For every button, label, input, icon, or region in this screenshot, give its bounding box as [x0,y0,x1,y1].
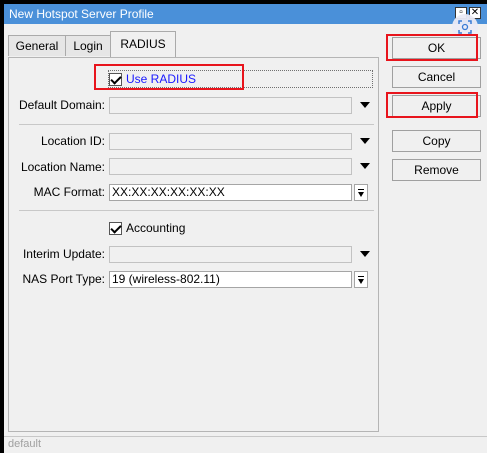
remove-button[interactable]: Remove [392,159,481,181]
location-name-label: Location Name: [20,160,105,174]
interim-update-dropdown-arrow-icon[interactable] [358,246,372,263]
divider [19,124,374,125]
location-name-field[interactable] [109,158,352,175]
divider [19,210,374,211]
interim-update-label: Interim Update: [22,247,105,261]
status-bar: default [4,436,487,453]
use-radius-label: Use RADIUS [126,72,197,86]
apply-button[interactable]: Apply [392,95,481,117]
default-domain-dropdown-arrow-icon[interactable] [358,97,372,114]
interim-update-field[interactable] [109,246,352,263]
default-domain-field[interactable] [109,97,352,114]
nas-port-type-label: NAS Port Type: [22,272,105,286]
hotspot-profile-window: New Hotspot Server Profile ▫ ✕ General L… [4,4,487,453]
cancel-button[interactable]: Cancel [392,66,481,88]
mac-format-select-arrow-icon[interactable] [354,184,368,201]
nas-port-type-field[interactable]: 19 (wireless-802.11) [109,271,352,288]
tab-general[interactable]: General [8,35,66,56]
accounting-label: Accounting [126,221,186,235]
nas-port-type-select-arrow-icon[interactable] [354,271,368,288]
use-radius-row[interactable]: Use RADIUS [108,70,373,88]
location-id-dropdown-arrow-icon[interactable] [358,133,372,150]
mac-format-field[interactable]: XX:XX:XX:XX:XX:XX [109,184,352,201]
mac-format-label: MAC Format: [33,185,105,199]
location-name-dropdown-arrow-icon[interactable] [358,158,372,175]
accounting-checkbox[interactable] [109,222,122,235]
radius-panel: Use RADIUS Default Domain: Location ID: … [8,57,379,432]
location-id-label: Location ID: [40,134,105,148]
tab-login[interactable]: Login [65,35,111,56]
title-bar: New Hotspot Server Profile ▫ ✕ [4,4,487,24]
window-title: New Hotspot Server Profile [9,7,154,21]
location-id-field[interactable] [109,133,352,150]
use-radius-checkbox[interactable] [109,73,122,86]
copy-button[interactable]: Copy [392,130,481,152]
tab-radius[interactable]: RADIUS [110,31,176,57]
default-domain-label: Default Domain: [18,98,105,112]
status-text: default [8,438,42,450]
ok-button[interactable]: OK [392,37,481,59]
